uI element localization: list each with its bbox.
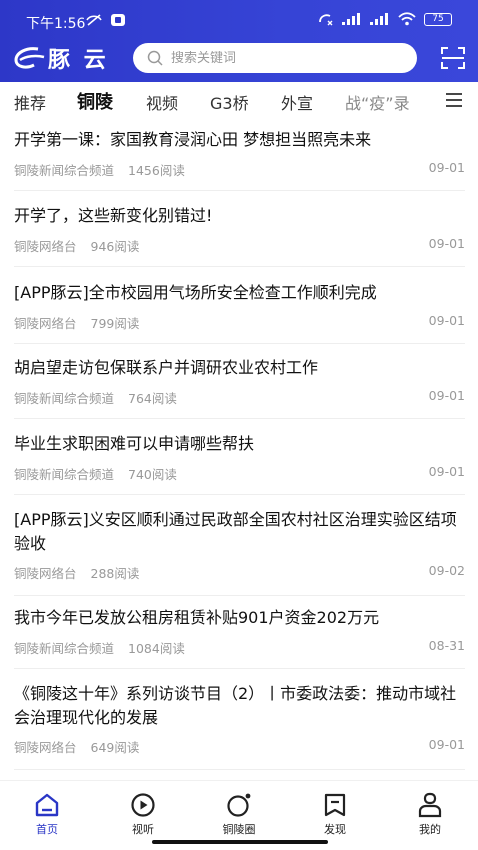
article-item[interactable]: 胡启望走访包保联系户并调研农业农村工作 铜陵新闻综合频道 764阅读 09-01 bbox=[14, 356, 465, 419]
nav-watch-listen-label: 视听 bbox=[132, 823, 154, 836]
article-meta: 铜陵新闻综合频道 740阅读 bbox=[14, 464, 177, 483]
nav-tongling-circle-label: 铜陵圈 bbox=[222, 823, 256, 836]
article-source: 铜陵新闻综合频道 bbox=[14, 641, 115, 656]
user-icon bbox=[418, 792, 442, 818]
nav-watch-listen[interactable]: 视听 bbox=[108, 791, 178, 837]
article-source: 铜陵新闻综合频道 bbox=[14, 391, 115, 406]
article-reads: 799阅读 bbox=[90, 316, 140, 331]
article-date: 09-01 bbox=[428, 313, 465, 328]
article-reads: 946阅读 bbox=[90, 239, 140, 254]
article-reads: 1456阅读 bbox=[128, 163, 185, 178]
status-bar: 下午1:56 75 bbox=[0, 0, 478, 40]
call-forward-icon bbox=[319, 14, 333, 26]
article-meta: 铜陵新闻综合频道 1456阅读 bbox=[14, 160, 185, 179]
article-source: 铜陵网络台 bbox=[14, 566, 77, 581]
battery-icon: 75 bbox=[424, 12, 452, 26]
article-reads: 1084阅读 bbox=[128, 641, 185, 656]
article-title: 毕业生求职困难可以申请哪些帮扶 bbox=[14, 434, 255, 453]
logo-icon bbox=[14, 47, 45, 69]
bookmark-icon bbox=[324, 793, 346, 817]
app-name: 豚 云 bbox=[48, 48, 109, 73]
article-title: [APP豚云]全市校园用气场所安全检查工作顺利完成 bbox=[14, 283, 377, 302]
search-icon bbox=[147, 50, 163, 66]
article-date: 09-01 bbox=[428, 236, 465, 251]
home-icon bbox=[35, 793, 59, 817]
top-bar: 下午1:56 75 豚 云 bbox=[0, 0, 478, 82]
nav-home[interactable]: 首页 bbox=[12, 791, 82, 837]
article-date: 08-31 bbox=[428, 638, 465, 653]
nav-mine[interactable]: 我的 bbox=[395, 791, 465, 837]
article-source: 铜陵网络台 bbox=[14, 239, 77, 254]
article-date: 09-01 bbox=[428, 464, 465, 479]
tab-g3-bridge[interactable]: G3桥 bbox=[210, 90, 249, 114]
article-title: [APP豚云]义安区顺利通过民政部全国农村社区治理实验区结项验收 bbox=[14, 510, 457, 553]
article-title: 我市今年已发放公租房租赁补贴901户资金202万元 bbox=[14, 608, 380, 627]
article-reads: 288阅读 bbox=[90, 566, 140, 581]
article-title: 开学了，这些新变化别错过! bbox=[14, 206, 213, 225]
article-title: 《铜陵这十年》系列访谈节目（2）丨市委政法委：推动市域社会治理现代化的发展 bbox=[14, 684, 457, 727]
article-item[interactable]: [APP豚云]义安区顺利通过民政部全国农村社区治理实验区结项验收 铜陵网络台 28… bbox=[14, 508, 465, 596]
circle-icon bbox=[227, 793, 251, 817]
home-indicator bbox=[152, 840, 328, 844]
status-time: 下午1:56 bbox=[26, 16, 86, 32]
article-title: 胡启望走访包保联系户并调研农业农村工作 bbox=[14, 358, 319, 377]
article-title: 开学第一课：家国教育浸润心田 梦想担当照亮未来 bbox=[14, 130, 372, 149]
nav-discover[interactable]: 发现 bbox=[300, 791, 370, 837]
status-left-icons bbox=[84, 13, 126, 27]
article-source: 铜陵网络台 bbox=[14, 740, 77, 755]
article-date: 09-01 bbox=[428, 160, 465, 175]
play-icon bbox=[131, 793, 155, 817]
search-box[interactable] bbox=[133, 43, 417, 73]
article-item[interactable]: 毕业生求职困难可以申请哪些帮扶 铜陵新闻综合频道 740阅读 09-01 bbox=[14, 432, 465, 495]
article-meta: 铜陵网络台 946阅读 bbox=[14, 236, 139, 255]
category-tabs: 推荐 铜陵 视频 G3桥 外宣 战“疫”录 bbox=[0, 82, 478, 120]
article-date: 09-02 bbox=[428, 563, 465, 578]
status-right-icons: 75 bbox=[318, 12, 452, 26]
article-meta: 铜陵网络台 649阅读 bbox=[14, 737, 139, 756]
article-source: 铜陵网络台 bbox=[14, 316, 77, 331]
article-meta: 铜陵新闻综合频道 764阅读 bbox=[14, 388, 177, 407]
article-meta: 铜陵网络台 288阅读 bbox=[14, 563, 139, 582]
wifi-icon bbox=[398, 12, 416, 26]
article-item[interactable]: 开学了，这些新变化别错过! 铜陵网络台 946阅读 09-01 bbox=[14, 204, 465, 267]
tab-recommend[interactable]: 推荐 bbox=[14, 90, 46, 114]
article-reads: 740阅读 bbox=[128, 467, 177, 482]
article-source: 铜陵新闻综合频道 bbox=[14, 163, 115, 178]
article-date: 09-01 bbox=[428, 737, 465, 752]
article-source: 铜陵新闻综合频道 bbox=[14, 467, 115, 482]
scan-icon[interactable] bbox=[440, 46, 466, 70]
tab-publicity[interactable]: 外宣 bbox=[281, 90, 313, 114]
article-item[interactable]: 开学第一课：家国教育浸润心田 梦想担当照亮未来 铜陵新闻综合频道 1456阅读 0… bbox=[14, 128, 465, 191]
article-reads: 764阅读 bbox=[128, 391, 177, 406]
tab-epidemic-record[interactable]: 战“疫”录 bbox=[345, 90, 410, 114]
signal-hd-icon bbox=[370, 13, 388, 25]
article-item[interactable]: 我市今年已发放公租房租赁补贴901户资金202万元 铜陵新闻综合频道 1084阅读… bbox=[14, 606, 465, 669]
nav-discover-label: 发现 bbox=[324, 823, 346, 836]
tab-video[interactable]: 视频 bbox=[146, 90, 178, 114]
search-input[interactable] bbox=[171, 50, 391, 66]
article-item[interactable]: 《铜陵这十年》系列访谈节目（2）丨市委政法委：推动市域社会治理现代化的发展 铜陵… bbox=[14, 682, 465, 770]
article-reads: 649阅读 bbox=[90, 740, 140, 755]
article-item[interactable]: [APP豚云]全市校园用气场所安全检查工作顺利完成 铜陵网络台 799阅读 09-… bbox=[14, 281, 465, 344]
app-logo: 豚 云 bbox=[12, 44, 109, 73]
article-meta: 铜陵网络台 799阅读 bbox=[14, 313, 139, 332]
article-date: 09-01 bbox=[428, 388, 465, 403]
signal-icon bbox=[342, 13, 360, 25]
nav-mine-label: 我的 bbox=[419, 823, 441, 836]
nav-tongling-circle[interactable]: 铜陵圈 bbox=[204, 791, 274, 837]
nav-home-label: 首页 bbox=[36, 823, 58, 836]
menu-icon[interactable] bbox=[444, 92, 464, 108]
vibrate-off-icon bbox=[86, 14, 102, 26]
article-meta: 铜陵新闻综合频道 1084阅读 bbox=[14, 638, 185, 657]
app-notification-icon bbox=[111, 14, 125, 26]
tab-tongling[interactable]: 铜陵 bbox=[77, 88, 113, 114]
